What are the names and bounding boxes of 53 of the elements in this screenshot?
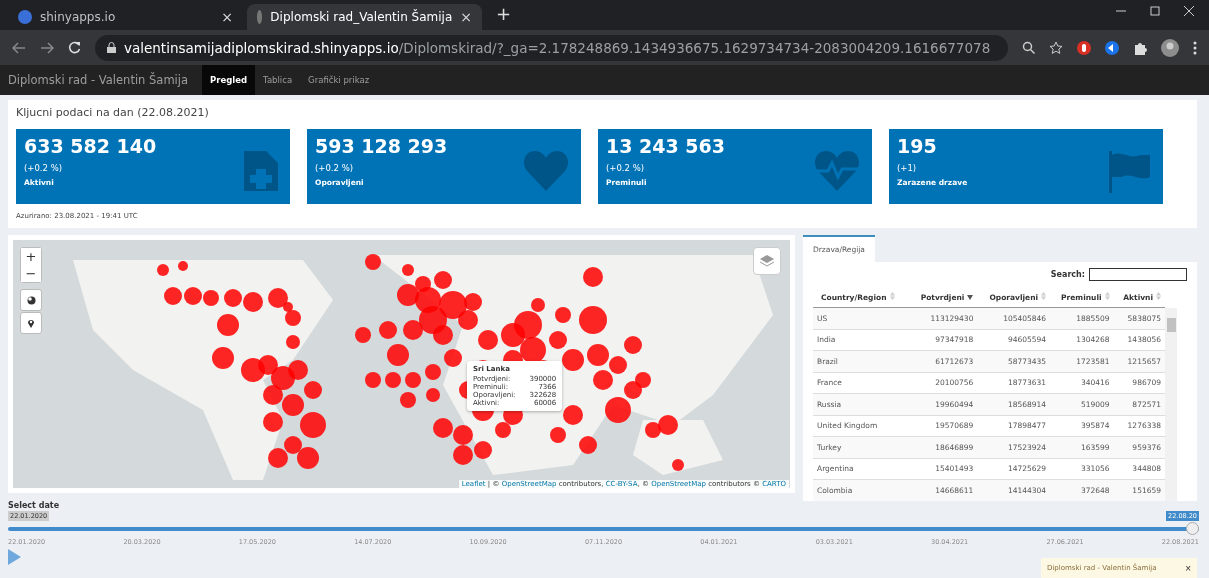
zoom-icon[interactable] [1022,41,1035,54]
browser-tab[interactable]: shinyapps.io × [8,4,243,30]
heart-icon [523,151,569,191]
date-slider[interactable] [8,522,1199,536]
menu-icon[interactable] [1193,40,1197,55]
slider-thumb[interactable] [1186,522,1199,535]
tab-close-button[interactable]: × [460,9,472,25]
avatar-icon[interactable] [1161,38,1179,57]
favicon-icon [257,10,263,24]
box-value: 13 243 563 [606,135,726,157]
table-scrollbar[interactable] [1165,308,1177,501]
box-change: (+1) [897,163,918,173]
address-bar[interactable]: valentinsamijadiplomskirad.shinyapps.io/Diplomskirad/?_ga=2.178248869.1434936675.1629734734-2083004209.1616677078 [95,34,1008,61]
box-change: (+0.2 %) [606,163,646,173]
globe-icon[interactable] [20,289,42,311]
box-value: 195 [897,135,938,157]
box-change: (+0.2 %) [24,163,64,173]
browser-tab[interactable]: Diplomski rad_Valentin Šamija × [247,4,482,30]
close-icon[interactable] [1183,5,1195,17]
box-value: 633 582 140 [24,135,158,157]
flag-icon [1107,151,1151,193]
extension-icon[interactable] [1105,40,1119,55]
back-icon[interactable] [12,41,26,54]
nav-tab[interactable]: Pregled [202,65,256,95]
sort-icon [889,292,895,300]
lock-icon [107,42,116,53]
slider-label: Select date [8,501,61,510]
extension-icon[interactable] [1077,40,1091,55]
forward-icon[interactable] [40,41,54,54]
search-field[interactable] [1089,268,1187,281]
tab-close-button[interactable]: × [221,9,233,25]
layers-icon[interactable] [753,247,781,275]
sort-icon [1156,292,1161,300]
sort-icon [1041,292,1047,300]
box-change: (+0.2 %) [315,163,355,173]
sort-descending-icon [967,294,974,300]
new-tab-button[interactable]: + [486,0,522,30]
favicon-icon [18,10,32,24]
nav-tab[interactable]: Tablica [255,65,301,95]
puzzle-icon[interactable] [1133,40,1147,55]
nav-tab[interactable]: Grafički prikaz [300,65,378,95]
reload-icon[interactable] [68,41,81,54]
close-button[interactable]: × [1185,562,1191,574]
medical-file-icon [244,151,278,191]
app-title[interactable]: Diplomski rad - Valentin Šamija [8,73,189,87]
panel-title: Kljucni podaci na dan (22.08.2021) [16,106,210,119]
restore-icon[interactable] [1149,5,1161,17]
heartbeat-icon [814,151,860,191]
location-pin-icon[interactable] [20,312,42,334]
sort-icon [1104,292,1110,300]
star-icon[interactable] [1049,40,1063,55]
search-label: Search: [1050,270,1085,279]
box-value: 593 128 293 [315,135,449,157]
